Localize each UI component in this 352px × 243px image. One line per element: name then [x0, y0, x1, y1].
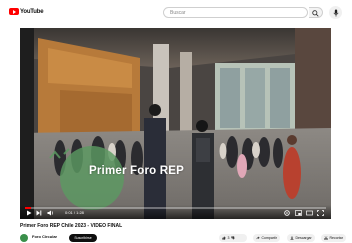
- like-count: 3: [227, 236, 230, 240]
- clip-label: Recortar: [329, 236, 343, 240]
- share-icon: [256, 236, 260, 240]
- share-label: Compartir: [261, 236, 277, 240]
- settings-icon[interactable]: [284, 210, 290, 216]
- video-frame: [20, 28, 331, 219]
- like-icon: [222, 236, 226, 240]
- channel-name[interactable]: Foro Circular: [32, 234, 57, 239]
- next-icon[interactable]: [36, 210, 42, 216]
- video-caption: Primer Foro REP: [89, 165, 185, 177]
- subscribe-button[interactable]: Suscribirse: [69, 234, 97, 242]
- youtube-logo[interactable]: YouTube: [9, 8, 44, 15]
- search-input[interactable]: Buscar: [170, 10, 186, 16]
- dislike-icon: [231, 236, 235, 240]
- fullscreen-icon[interactable]: [317, 210, 324, 216]
- search-box[interactable]: Buscar: [163, 7, 308, 18]
- progress-fill: [25, 207, 32, 209]
- download-icon: [290, 236, 294, 240]
- download-label: Descargar: [295, 236, 312, 240]
- theater-icon[interactable]: [306, 210, 313, 216]
- channel-avatar[interactable]: [20, 234, 28, 242]
- video-player[interactable]: Primer Foro REP 0:01 / 1:28: [20, 28, 331, 219]
- search-icon: [312, 9, 319, 17]
- top-bar: YouTube Buscar: [0, 0, 352, 26]
- mic-icon: [333, 9, 338, 16]
- like-dislike-button[interactable]: 3: [219, 234, 247, 242]
- progress-bar[interactable]: [25, 207, 326, 209]
- clip-button[interactable]: Recortar: [321, 234, 346, 242]
- clip-icon: [324, 236, 328, 240]
- logo-text: YouTube: [20, 8, 44, 15]
- voice-search-button[interactable]: [329, 6, 342, 19]
- search-button[interactable]: [309, 7, 323, 18]
- video-title: Primer Foro REP Chile 2023 - VIDEO FINAL: [20, 223, 123, 229]
- youtube-logo-icon: [9, 8, 19, 15]
- share-button[interactable]: Compartir: [253, 234, 280, 242]
- volume-icon[interactable]: [47, 210, 55, 216]
- miniplayer-icon[interactable]: [295, 210, 302, 216]
- time-display: 0:01 / 1:28: [65, 210, 84, 215]
- play-icon[interactable]: [26, 210, 32, 216]
- download-button[interactable]: Descargar: [287, 234, 315, 242]
